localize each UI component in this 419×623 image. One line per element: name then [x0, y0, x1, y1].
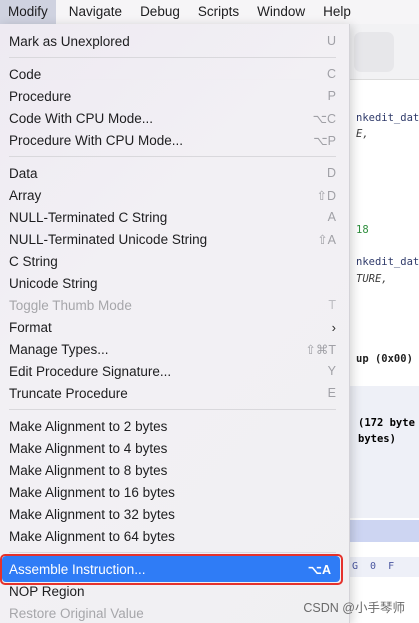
menu-item-label: Unicode String — [9, 275, 98, 291]
menu-item-code[interactable]: Code C — [0, 63, 350, 85]
menu-item-restore-original-value: Restore Original Value — [0, 602, 350, 623]
comment-panel: (172 byte bytes) — [350, 386, 419, 518]
menubar-navigate[interactable]: Navigate — [60, 0, 131, 24]
menu-item-align-32[interactable]: Make Alignment to 32 bytes — [0, 503, 350, 525]
menubar-debug[interactable]: Debug — [131, 0, 189, 24]
chevron-right-icon: › — [331, 319, 336, 335]
toolbar-button[interactable] — [354, 32, 394, 72]
menu-item-label: Restore Original Value — [9, 605, 144, 621]
menu-item-label: Mark as Unexplored — [9, 33, 130, 49]
hex-row: G 0 F — [350, 557, 419, 577]
menu-separator — [9, 57, 336, 58]
menu-item-null-unicode-string[interactable]: NULL-Terminated Unicode String ⇧A — [0, 228, 350, 250]
menu-item-nop-region[interactable]: NOP Region — [0, 580, 350, 602]
menu-item-null-c-string[interactable]: NULL-Terminated C String A — [0, 206, 350, 228]
menu-item-label: Make Alignment to 8 bytes — [9, 462, 168, 478]
menu-item-truncate-procedure[interactable]: Truncate Procedure E — [0, 382, 350, 404]
menu-item-mark-unexplored[interactable]: Mark as Unexplored U — [0, 30, 350, 52]
menu-item-assemble-instruction[interactable]: Assemble Instruction... ⌥A — [2, 556, 340, 582]
menu-item-label: Data — [9, 165, 38, 181]
menu-item-label: NULL-Terminated Unicode String — [9, 231, 208, 247]
menu-item-label: Truncate Procedure — [9, 385, 128, 401]
menu-item-procedure[interactable]: Procedure P — [0, 85, 350, 107]
menubar-help[interactable]: Help — [314, 0, 360, 24]
menu-item-label: Procedure With CPU Mode... — [9, 132, 184, 148]
code-line: (172 byte — [358, 417, 415, 429]
menu-item-label: NULL-Terminated C String — [9, 209, 168, 225]
menu-item-align-8[interactable]: Make Alignment to 8 bytes — [0, 459, 350, 481]
menu-item-c-string[interactable]: C String — [0, 250, 350, 272]
menu-item-shortcut: E — [327, 386, 336, 400]
menu-item-shortcut: ⌥P — [313, 133, 336, 148]
menu-item-shortcut: U — [326, 34, 336, 48]
code-line: TURE, — [356, 273, 388, 285]
code-line: nkedit_dat — [356, 256, 419, 268]
menu-item-label: Make Alignment to 4 bytes — [9, 440, 168, 456]
menu-item-align-16[interactable]: Make Alignment to 16 bytes — [0, 481, 350, 503]
menu-item-label: Make Alignment to 64 bytes — [9, 528, 175, 544]
menubar-window[interactable]: Window — [248, 0, 314, 24]
modify-menu: Mark as Unexplored U Code C Procedure P … — [0, 24, 350, 623]
menu-item-label: Assemble Instruction... — [9, 561, 146, 577]
menu-item-manage-types[interactable]: Manage Types... ⇧⌘T — [0, 338, 350, 360]
menu-item-shortcut: T — [328, 298, 336, 312]
code-line: bytes) — [358, 433, 396, 445]
menu-item-shortcut: C — [326, 67, 336, 81]
menu-item-shortcut: Y — [327, 364, 336, 378]
menu-item-shortcut: P — [327, 89, 336, 103]
code-line: E, — [356, 128, 369, 140]
menu-item-label: Manage Types... — [9, 341, 109, 357]
menu-item-shortcut: A — [327, 210, 336, 224]
menu-item-label: Procedure — [9, 88, 72, 104]
menu-item-shortcut: ⇧A — [317, 232, 336, 247]
menu-item-shortcut: ⇧D — [316, 188, 336, 203]
menu-item-align-2[interactable]: Make Alignment to 2 bytes — [0, 415, 350, 437]
menu-item-array[interactable]: Array ⇧D — [0, 184, 350, 206]
code-line: 18 — [356, 224, 369, 236]
code-line: nkedit_dat — [356, 112, 419, 124]
menu-item-label: Array — [9, 187, 42, 203]
selection-strip — [350, 520, 419, 542]
menubar-modify[interactable]: Modify — [0, 0, 56, 24]
watermark: CSDN @小手琴师 — [303, 601, 405, 615]
menu-separator — [9, 552, 336, 553]
menu-bar: Modify Navigate Debug Scripts Window Hel… — [0, 0, 419, 24]
menu-item-label: C String — [9, 253, 58, 269]
hex-text: G 0 F — [352, 561, 395, 572]
menu-item-align-4[interactable]: Make Alignment to 4 bytes — [0, 437, 350, 459]
menu-item-code-cpu-mode[interactable]: Code With CPU Mode... ⌥C — [0, 107, 350, 129]
menu-item-label: Format — [9, 319, 52, 335]
menubar-scripts[interactable]: Scripts — [189, 0, 248, 24]
menu-item-label: Make Alignment to 16 bytes — [9, 484, 175, 500]
menu-item-label: Toggle Thumb Mode — [9, 297, 132, 313]
menu-separator — [9, 409, 336, 410]
menu-item-shortcut: ⌥C — [312, 111, 336, 126]
menu-item-shortcut: ⇧⌘T — [305, 342, 336, 357]
menu-separator — [9, 156, 336, 157]
menu-item-label: Edit Procedure Signature... — [9, 363, 172, 379]
menu-item-toggle-thumb-mode: Toggle Thumb Mode T — [0, 294, 350, 316]
menu-item-align-64[interactable]: Make Alignment to 64 bytes — [0, 525, 350, 547]
menu-item-unicode-string[interactable]: Unicode String — [0, 272, 350, 294]
menu-item-label: Code — [9, 66, 42, 82]
menu-item-edit-procedure-signature[interactable]: Edit Procedure Signature... Y — [0, 360, 350, 382]
menu-item-shortcut: ⌥A — [307, 562, 331, 577]
menu-item-format[interactable]: Format › — [0, 316, 350, 338]
code-line: up (0x00) — [356, 353, 413, 365]
menu-item-label: NOP Region — [9, 583, 85, 599]
menu-item-data[interactable]: Data D — [0, 162, 350, 184]
menu-item-shortcut: D — [326, 166, 336, 180]
menu-item-procedure-cpu-mode[interactable]: Procedure With CPU Mode... ⌥P — [0, 129, 350, 151]
menu-item-label: Code With CPU Mode... — [9, 110, 154, 126]
menu-item-label: Make Alignment to 2 bytes — [9, 418, 168, 434]
menu-item-label: Make Alignment to 32 bytes — [9, 506, 175, 522]
